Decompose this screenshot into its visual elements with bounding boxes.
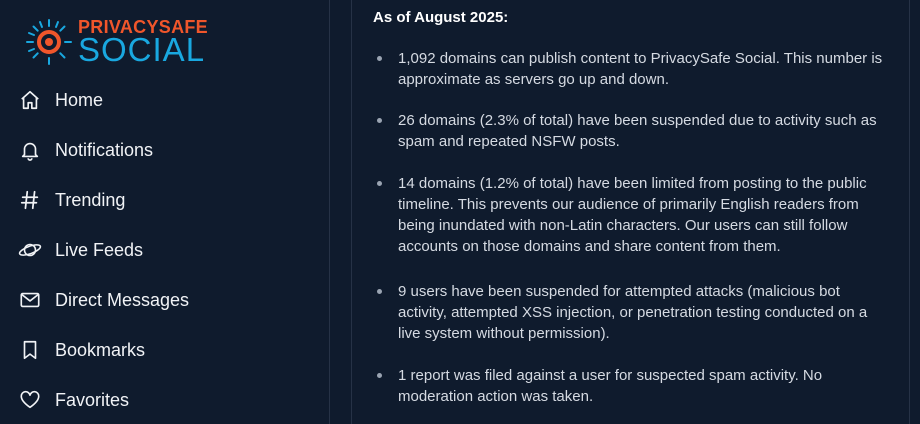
list-item: 26 domains (2.3% of total) have been sus… bbox=[377, 110, 888, 152]
main-content: As of August 2025: 1,092 domains can pub… bbox=[351, 0, 910, 424]
list-item: 1,092 domains can publish content to Pri… bbox=[377, 48, 888, 90]
home-icon bbox=[18, 88, 42, 112]
nav-label-live-feeds: Live Feeds bbox=[55, 239, 144, 260]
privacysafe-social-logo[interactable]: PRIVACYSAFE SOCIAL bbox=[24, 17, 224, 68]
nav-item-trending[interactable]: Trending bbox=[18, 184, 125, 216]
nav-label-bookmarks: Bookmarks bbox=[55, 339, 146, 360]
planet-icon bbox=[18, 238, 42, 262]
list-item: 14 domains (1.2% of total) have been lim… bbox=[377, 173, 888, 257]
nav-item-live-feeds[interactable]: Live Feeds bbox=[18, 234, 143, 266]
nav-item-bookmarks[interactable]: Bookmarks bbox=[18, 334, 145, 366]
nav-item-home[interactable]: Home bbox=[18, 84, 103, 116]
nav-item-direct-messages[interactable]: Direct Messages bbox=[18, 284, 189, 316]
hashtag-icon bbox=[18, 188, 42, 212]
nav-label-direct-messages: Direct Messages bbox=[55, 289, 190, 310]
nav-item-notifications[interactable]: Notifications bbox=[18, 134, 153, 166]
list-item: 9 users have been suspended for attempte… bbox=[377, 281, 888, 344]
brand-wordmark-bottom: SOCIAL bbox=[78, 31, 206, 68]
envelope-icon bbox=[18, 288, 42, 312]
sidebar: PRIVACYSAFE SOCIAL Home Notifications Tr… bbox=[0, 0, 330, 424]
section-heading: As of August 2025: bbox=[373, 9, 509, 26]
nav-label-trending: Trending bbox=[55, 189, 126, 210]
nav-label-favorites: Favorites bbox=[55, 389, 130, 410]
sun-logo-icon bbox=[26, 19, 72, 65]
bell-icon bbox=[18, 138, 42, 162]
list-item: 1 report was filed against a user for su… bbox=[377, 365, 888, 407]
nav-label-home: Home bbox=[55, 89, 104, 110]
nav-label-notifications: Notifications bbox=[55, 139, 154, 160]
heart-icon bbox=[18, 388, 42, 412]
nav-item-favorites[interactable]: Favorites bbox=[18, 384, 129, 416]
bookmark-icon bbox=[18, 338, 42, 362]
